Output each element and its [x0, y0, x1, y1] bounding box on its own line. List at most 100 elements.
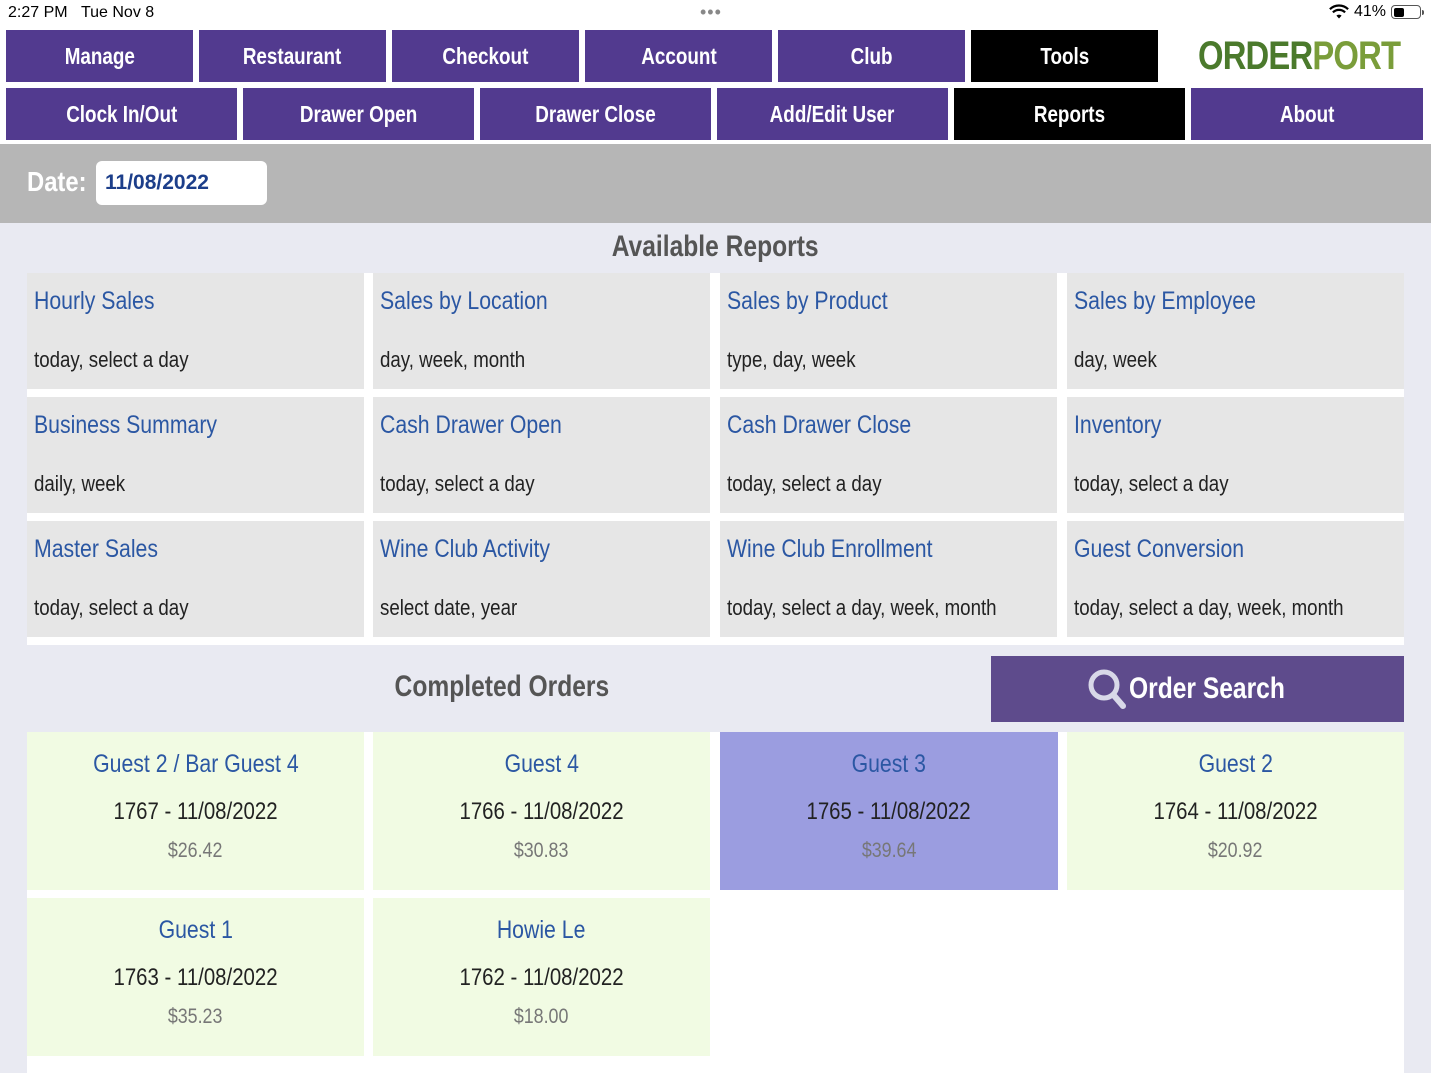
report-title: Guest Conversion — [1074, 535, 1245, 563]
order-amount: $26.42 — [168, 839, 223, 862]
report-cash-drawer-close[interactable]: Cash Drawer Close today, select a day — [720, 397, 1057, 513]
report-title: Sales by Employee — [1074, 287, 1256, 315]
completed-orders-title: Completed Orders — [27, 670, 977, 704]
report-sales-by-location[interactable]: Sales by Location day, week, month — [373, 273, 710, 389]
date-field[interactable] — [96, 161, 267, 205]
report-title: Wine Club Activity — [380, 535, 551, 563]
battery-level — [1393, 7, 1404, 17]
order-card-1763[interactable]: Guest 1 1763 - 11/08/2022 $35.23 — [27, 898, 364, 1056]
subnav-clock-in-out[interactable]: Clock In/Out — [6, 88, 237, 140]
status-time: 2:27 PM Tue Nov 8 — [8, 4, 154, 22]
report-title: Cash Drawer Close — [727, 411, 912, 439]
order-guest-name: Howie Le — [497, 916, 586, 944]
status-time-text: 2:27 PM — [8, 4, 68, 21]
subnav-about[interactable]: About — [1191, 88, 1423, 140]
search-icon — [1088, 669, 1126, 709]
nav-checkout[interactable]: Checkout — [392, 30, 579, 82]
nav-manage-label: Manage — [64, 42, 135, 69]
order-search-label: Order Search — [1128, 672, 1285, 705]
order-guest-name: Guest 2 — [1198, 750, 1273, 778]
subnav-about-label: About — [1279, 100, 1335, 127]
wifi-icon — [1329, 4, 1349, 19]
order-card-1767[interactable]: Guest 2 / Bar Guest 4 1767 - 11/08/2022 … — [27, 732, 364, 890]
order-card-1765[interactable]: Guest 3 1765 - 11/08/2022 $39.64 — [720, 732, 1058, 890]
completed-orders-title-text: Completed Orders — [394, 670, 610, 703]
logo-part1: ORDER — [1198, 33, 1313, 78]
report-sales-by-employee[interactable]: Sales by Employee day, week — [1067, 273, 1404, 389]
report-subtitle: today, select a day — [34, 347, 189, 372]
status-date-text: Tue Nov 8 — [80, 4, 155, 21]
order-search-button[interactable]: Order Search — [991, 656, 1404, 722]
nav-club[interactable]: Club — [778, 30, 965, 82]
logo-part2: PORT — [1312, 33, 1401, 78]
available-reports-title-text: Available Reports — [612, 230, 819, 263]
report-subtitle: today, select a day, week, month — [727, 595, 997, 620]
report-title: Sales by Product — [727, 287, 888, 315]
order-guest-name: Guest 2 / Bar Guest 4 — [92, 750, 299, 778]
report-subtitle: today, select a day — [727, 471, 882, 496]
report-cash-drawer-open[interactable]: Cash Drawer Open today, select a day — [373, 397, 710, 513]
subnav-reports[interactable]: Reports — [954, 88, 1185, 140]
order-amount: $39.64 — [861, 839, 917, 862]
nav-manage[interactable]: Manage — [6, 30, 193, 82]
report-inventory[interactable]: Inventory today, select a day — [1067, 397, 1404, 513]
order-guest-name: Guest 3 — [851, 750, 927, 778]
report-title: Inventory — [1074, 411, 1162, 439]
report-master-sales[interactable]: Master Sales today, select a day — [27, 521, 364, 637]
nav-tools-label: Tools — [1040, 42, 1089, 69]
battery-percent: 41% — [1353, 3, 1386, 20]
report-subtitle: today, select a day — [380, 471, 535, 496]
subnav-add-edit-user-label: Add/Edit User — [770, 100, 895, 127]
report-title: Wine Club Enrollment — [727, 535, 933, 563]
order-card-1762[interactable]: Howie Le 1762 - 11/08/2022 $18.00 — [373, 898, 710, 1056]
subnav-drawer-open-label: Drawer Open — [299, 100, 418, 127]
subnav-drawer-close[interactable]: Drawer Close — [480, 88, 711, 140]
order-number-date: 1763 - 11/08/2022 — [113, 964, 278, 991]
order-number-date: 1767 - 11/08/2022 — [113, 798, 278, 825]
status-bar: 2:27 PM Tue Nov 8 ••• 41% — [0, 0, 1431, 28]
order-amount: $30.83 — [514, 839, 569, 862]
multitasking-dots-icon[interactable]: ••• — [700, 2, 722, 23]
report-subtitle: type, day, week — [727, 347, 856, 372]
subnav-clock-label: Clock In/Out — [65, 100, 178, 127]
order-amount: $18.00 — [514, 1005, 569, 1028]
nav-club-label: Club — [850, 42, 893, 69]
date-filter-bar: Date: — [0, 144, 1431, 223]
report-guest-conversion[interactable]: Guest Conversion today, select a day, we… — [1067, 521, 1404, 637]
nav-restaurant[interactable]: Restaurant — [199, 30, 386, 82]
order-guest-name: Guest 4 — [504, 750, 579, 778]
report-title: Business Summary — [34, 411, 218, 439]
status-right: 41% — [1329, 3, 1424, 21]
order-number-date: 1765 - 11/08/2022 — [806, 798, 972, 825]
order-number-date: 1766 - 11/08/2022 — [459, 798, 624, 825]
report-subtitle: select date, year — [380, 595, 518, 620]
subnav-reports-label: Reports — [1033, 100, 1106, 127]
orderport-wordmark: ORDERPORT — [1198, 33, 1401, 79]
report-business-summary[interactable]: Business Summary daily, week — [27, 397, 364, 513]
report-title: Master Sales — [34, 535, 159, 563]
report-hourly-sales[interactable]: Hourly Sales today, select a day — [27, 273, 364, 389]
report-sales-by-product[interactable]: Sales by Product type, day, week — [720, 273, 1057, 389]
subnav-add-edit-user[interactable]: Add/Edit User — [717, 88, 948, 140]
order-amount: $35.23 — [168, 1005, 223, 1028]
report-subtitle: today, select a day — [34, 595, 189, 620]
report-title: Hourly Sales — [34, 287, 155, 315]
order-card-1764[interactable]: Guest 2 1764 - 11/08/2022 $20.92 — [1067, 732, 1404, 890]
reports-grid: Hourly Sales today, select a day Sales b… — [27, 273, 1404, 645]
report-wine-club-activity[interactable]: Wine Club Activity select date, year — [373, 521, 710, 637]
report-wine-club-enrollment[interactable]: Wine Club Enrollment today, select a day… — [720, 521, 1057, 637]
report-subtitle: day, week, month — [380, 347, 526, 372]
report-subtitle: today, select a day — [1074, 471, 1229, 496]
nav-account-label: Account — [640, 42, 717, 69]
report-title: Sales by Location — [380, 287, 548, 315]
nav-checkout-label: Checkout — [442, 42, 529, 69]
nav-account[interactable]: Account — [585, 30, 772, 82]
order-number-date: 1764 - 11/08/2022 — [1153, 798, 1318, 825]
subnav-drawer-open[interactable]: Drawer Open — [243, 88, 474, 140]
nav-tools[interactable]: Tools — [971, 30, 1158, 82]
order-card-1766[interactable]: Guest 4 1766 - 11/08/2022 $30.83 — [373, 732, 710, 890]
order-number-date: 1762 - 11/08/2022 — [459, 964, 624, 991]
order-amount: $20.92 — [1208, 839, 1263, 862]
nav-restaurant-label: Restaurant — [243, 42, 342, 69]
report-title: Cash Drawer Open — [380, 411, 562, 439]
